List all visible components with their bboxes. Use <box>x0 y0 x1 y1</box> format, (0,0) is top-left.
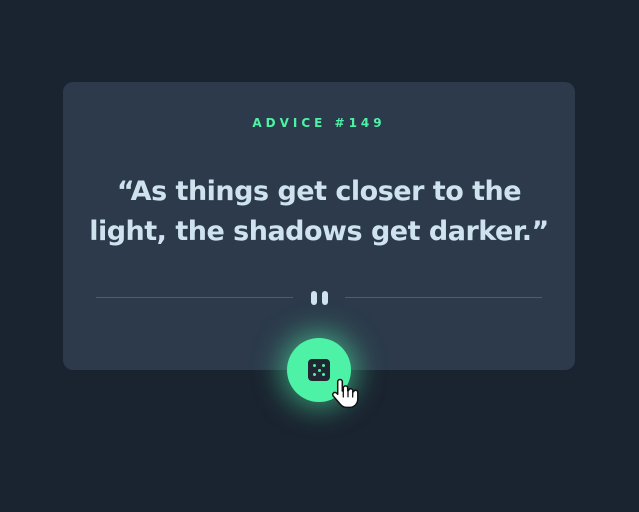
advice-quote: “As things get closer to the light, the … <box>89 176 549 247</box>
divider-line-right <box>345 297 542 298</box>
advice-id-label: ADVICE #149 <box>252 116 386 130</box>
pause-icon <box>307 290 331 306</box>
divider-line-left <box>96 297 293 298</box>
dice-icon <box>308 359 330 381</box>
advice-card: ADVICE #149 “As things get closer to the… <box>63 82 575 370</box>
hand-pointer-cursor-icon <box>331 378 359 409</box>
divider <box>96 290 542 306</box>
advice-app: ADVICE #149 “As things get closer to the… <box>0 0 639 512</box>
